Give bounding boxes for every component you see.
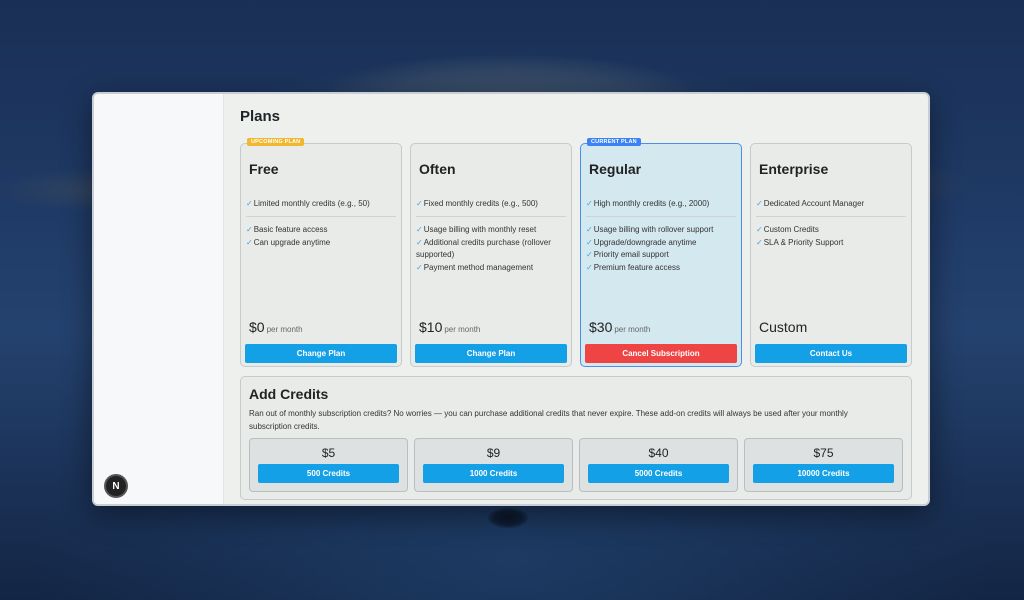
plan-name: Enterprise xyxy=(759,161,829,177)
add-credits-description: Ran out of monthly subscription credits?… xyxy=(249,409,848,431)
plan-primary-feature: ✓Fixed monthly credits (e.g., 500) xyxy=(416,199,538,208)
buy-credits-button[interactable]: 1000 Credits xyxy=(423,464,564,483)
plan-price: Custom xyxy=(759,319,808,335)
upcoming-plan-badge: UPCOMING PLAN xyxy=(247,138,305,146)
main-content: Plans UPCOMING PLAN Free ✓Limited monthl… xyxy=(223,94,928,504)
divider xyxy=(246,216,396,217)
contact-us-button[interactable]: Contact Us xyxy=(755,344,907,363)
plan-primary-feature: ✓Limited monthly credits (e.g., 50) xyxy=(246,199,370,208)
buy-credits-button[interactable]: 500 Credits xyxy=(258,464,399,483)
plan-feature: ✓Custom Credits xyxy=(756,225,819,234)
cancel-subscription-button[interactable]: Cancel Subscription xyxy=(585,344,737,363)
plan-primary-feature: ✓High monthly credits (e.g., 2000) xyxy=(586,199,710,208)
plan-feature: ✓Priority email support xyxy=(586,250,669,259)
app-logo-icon[interactable]: N xyxy=(106,476,126,496)
plan-feature: ✓Can upgrade anytime xyxy=(246,237,331,247)
check-icon: ✓ xyxy=(246,199,253,208)
check-icon: ✓ xyxy=(416,225,423,234)
plan-card-enterprise: Enterprise ✓Dedicated Account Manager ✓C… xyxy=(750,143,912,367)
plan-feature: ✓Usage billing with rollover support xyxy=(586,225,714,234)
check-icon: ✓ xyxy=(756,225,763,234)
page-title: Plans xyxy=(240,108,281,125)
credit-pack: $40 5000 Credits xyxy=(579,438,738,492)
check-icon: ✓ xyxy=(586,262,593,272)
current-plan-badge: CURRENT PLAN xyxy=(587,138,641,146)
check-icon: ✓ xyxy=(246,237,253,247)
sidebar: N xyxy=(94,94,224,504)
check-icon: ✓ xyxy=(246,225,253,234)
credit-pack-price: $5 xyxy=(321,446,336,460)
plan-name: Free xyxy=(249,161,279,177)
change-plan-button[interactable]: Change Plan xyxy=(415,344,567,363)
plan-primary-feature: ✓Dedicated Account Manager xyxy=(756,199,865,208)
credit-pack-price: $9 xyxy=(486,446,501,460)
check-icon: ✓ xyxy=(586,225,593,234)
change-plan-button[interactable]: Change Plan xyxy=(245,344,397,363)
app-window: N Plans UPCOMING PLAN Free ✓Limited mont… xyxy=(92,92,930,506)
check-icon: ✓ xyxy=(756,237,763,247)
buy-credits-button[interactable]: 10000 Credits xyxy=(753,464,894,483)
credit-pack: $9 1000 Credits xyxy=(414,438,573,492)
plan-card-often: Often ✓Fixed monthly credits (e.g., 500)… xyxy=(410,143,572,367)
credit-pack: $75 10000 Credits xyxy=(744,438,903,492)
plan-feature: ✓Additional credits purchase (rollover s… xyxy=(416,237,551,260)
check-icon: ✓ xyxy=(586,199,593,208)
check-icon: ✓ xyxy=(416,262,423,272)
plan-price: $30 per month xyxy=(589,319,651,335)
add-credits-section: Add Credits Ran out of monthly subscript… xyxy=(240,376,912,500)
plan-name: Regular xyxy=(589,161,642,177)
divider xyxy=(756,216,906,217)
divider xyxy=(416,216,566,217)
check-icon: ✓ xyxy=(756,199,763,208)
check-icon: ✓ xyxy=(586,250,593,259)
credit-pack: $5 500 Credits xyxy=(249,438,408,492)
divider xyxy=(586,216,736,217)
plan-feature: ✓Usage billing with monthly reset xyxy=(416,225,537,234)
plan-feature: ✓Basic feature access xyxy=(246,225,328,234)
check-icon: ✓ xyxy=(416,237,423,247)
credit-pack-price: $75 xyxy=(813,446,834,460)
plan-name: Often xyxy=(419,161,456,177)
check-icon: ✓ xyxy=(586,237,593,247)
plan-price: $10 per month xyxy=(419,319,481,335)
plan-feature: ✓Upgrade/downgrade anytime xyxy=(586,237,697,247)
desktop-rock xyxy=(488,508,528,528)
plan-price: $0 per month xyxy=(249,319,303,335)
plan-feature: ✓Premium feature access xyxy=(586,262,680,272)
credit-pack-price: $40 xyxy=(648,446,669,460)
add-credits-title: Add Credits xyxy=(249,386,329,402)
plan-card-free: UPCOMING PLAN Free ✓Limited monthly cred… xyxy=(240,138,402,367)
buy-credits-button[interactable]: 5000 Credits xyxy=(588,464,729,483)
plan-feature: ✓Payment method management xyxy=(416,262,534,272)
check-icon: ✓ xyxy=(416,199,423,208)
plan-card-regular: CURRENT PLAN Regular ✓High monthly credi… xyxy=(580,138,742,367)
plan-feature: ✓SLA & Priority Support xyxy=(756,237,844,247)
